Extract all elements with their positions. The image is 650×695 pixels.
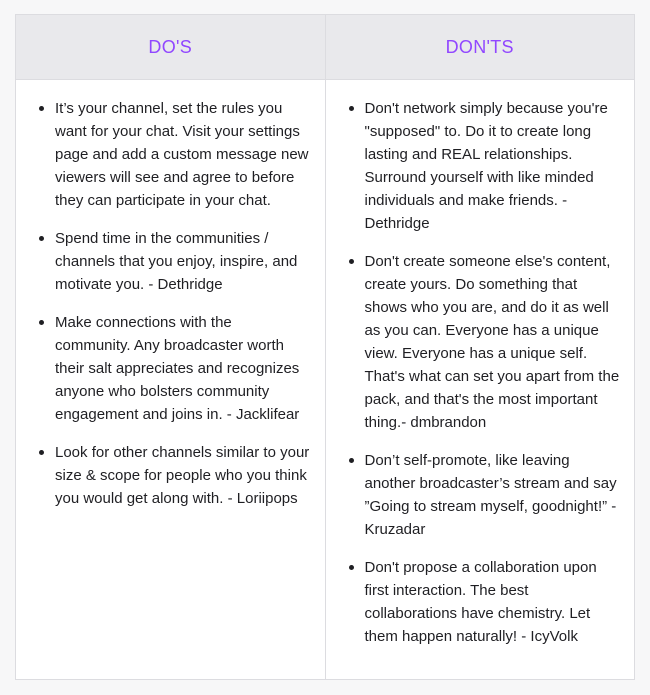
dos-list: It’s your channel, set the rules you wan… xyxy=(37,97,311,510)
donts-header: DON'TS xyxy=(324,15,635,79)
dos-header: DO'S xyxy=(148,36,193,57)
list-item: It’s your channel, set the rules you wan… xyxy=(37,97,311,212)
list-item: Don't create someone else's content, cre… xyxy=(347,250,621,434)
donts-column: Don't network simply because you're "sup… xyxy=(324,80,635,680)
dos-column: It’s your channel, set the rules you wan… xyxy=(16,80,325,680)
dos-donts-table: DO'S DON'TS It’s your channel, set the r… xyxy=(15,14,635,680)
list-item: Don't network simply because you're "sup… xyxy=(347,97,621,235)
list-item: Don't propose a collaboration upon first… xyxy=(347,556,621,648)
list-item: Look for other channels similar to your … xyxy=(37,441,311,510)
list-item: Don’t self-promote, like leaving another… xyxy=(347,449,621,541)
table-header-row: DO'S DON'TS xyxy=(16,15,634,80)
list-item: Make connections with the community. Any… xyxy=(37,311,311,426)
list-item: Spend time in the communities / channels… xyxy=(37,227,311,296)
donts-list: Don't network simply because you're "sup… xyxy=(347,97,621,648)
table-body-row: It’s your channel, set the rules you wan… xyxy=(16,80,634,680)
